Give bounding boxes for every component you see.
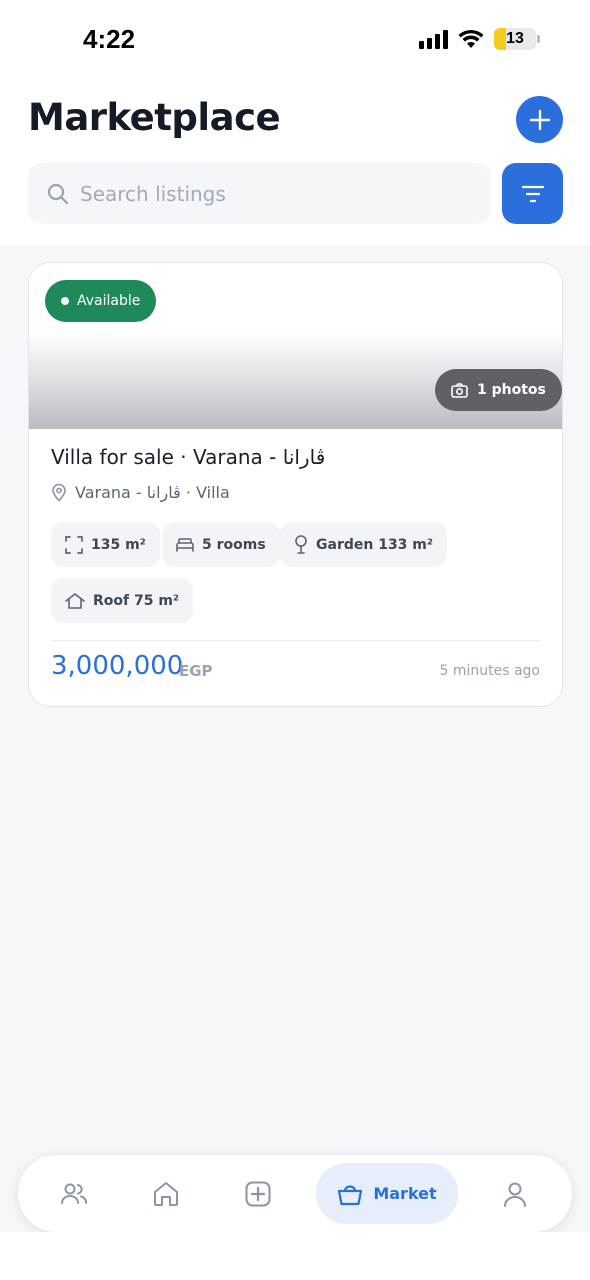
add-listing-button[interactable] (516, 96, 563, 143)
roof-icon (65, 592, 85, 609)
search-icon (47, 183, 69, 205)
listing-time-ago: 5 minutes ago (439, 663, 540, 679)
wifi-icon (458, 29, 484, 48)
filter-button[interactable] (502, 163, 563, 224)
listing-title: Villa for sale · Varana - ڤارانا (51, 445, 326, 469)
add-square-icon (245, 1181, 271, 1206)
status-badge-label: Available (77, 293, 141, 309)
filter-icon (521, 185, 544, 202)
status-icons: 13 (419, 28, 540, 50)
status-time: 4:22 (83, 24, 136, 54)
nav-profile[interactable] (482, 1155, 548, 1232)
status-dot (61, 297, 69, 305)
header: Marketplace (0, 80, 590, 245)
battery-icon: 13 (494, 28, 536, 50)
listing-location: Varana - ڤارانا · Villa (51, 483, 230, 502)
profile-icon (504, 1182, 526, 1207)
location-pin-icon (52, 483, 66, 502)
bed-icon (176, 537, 194, 552)
photos-count-pill[interactable]: 1 photos (435, 369, 562, 411)
battery-level: 13 (506, 30, 524, 47)
plus-icon (529, 109, 550, 130)
tree-icon (295, 535, 307, 554)
listings-area: Available 1 photos Villa for sale · Vara… (0, 245, 590, 1232)
nav-market-label: Market (373, 1184, 437, 1203)
listing-location-text: Varana - ڤارانا · Villa (75, 483, 230, 502)
search-box[interactable] (28, 163, 491, 224)
listing-price: 3,000,000 (51, 651, 184, 681)
users-icon (61, 1183, 88, 1204)
footer-strip (0, 1232, 590, 1280)
nav-home[interactable] (133, 1155, 199, 1232)
bottom-nav: Market (18, 1155, 572, 1232)
feature-chip-roof: Roof 75 m² (51, 578, 194, 623)
feature-chip-garden: Garden 133 m² (280, 522, 448, 567)
listing-image[interactable]: Available 1 photos (29, 263, 562, 429)
feature-chip-rooms: 5 rooms (162, 522, 280, 567)
feature-label: Garden 133 m² (316, 536, 434, 553)
nav-market[interactable]: Market (316, 1163, 458, 1224)
home-icon (154, 1181, 178, 1206)
nav-users[interactable] (41, 1155, 107, 1232)
basket-icon (338, 1184, 363, 1205)
page-title: Marketplace (28, 96, 281, 139)
feature-label: 135 m² (91, 536, 146, 553)
area-icon (65, 535, 83, 554)
nav-add[interactable] (225, 1155, 291, 1232)
status-badge: Available (45, 280, 157, 322)
photos-count: 1 photos (477, 382, 546, 398)
divider (51, 640, 540, 641)
signal-icon (419, 29, 448, 49)
camera-icon (451, 382, 468, 398)
listing-currency: EGP (179, 662, 213, 680)
status-bar: 4:22 13 (0, 0, 590, 80)
listing-card[interactable]: Available 1 photos Villa for sale · Vara… (28, 262, 563, 707)
feature-chip-area: 135 m² (51, 522, 160, 567)
search-input[interactable] (80, 163, 480, 224)
feature-label: 5 rooms (202, 536, 266, 553)
feature-label: Roof 75 m² (93, 592, 180, 609)
